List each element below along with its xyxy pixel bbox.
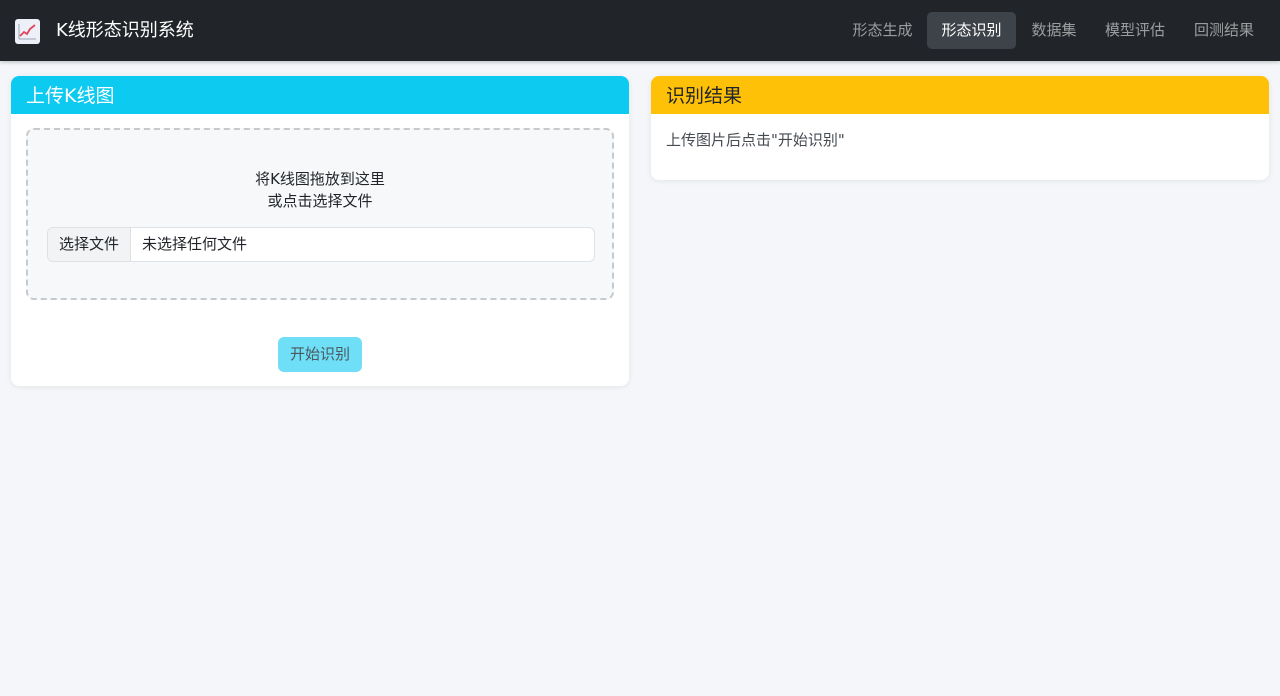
start-recognition-button[interactable]: 开始识别 [278,337,362,372]
file-status-text: 未选择任何文件 [142,235,248,253]
nav-item-recognize[interactable]: 形态识别 [927,12,1016,49]
upload-card: 上传K线图 将K线图拖放到这里 或点击选择文件 选择文件 未选择任何文件 开始识… [11,76,629,386]
nav-item-generate[interactable]: 形态生成 [838,12,927,49]
drop-zone[interactable]: 将K线图拖放到这里 或点击选择文件 选择文件 未选择任何文件 [26,128,614,300]
nav-item-model-eval[interactable]: 模型评估 [1092,12,1178,49]
upload-card-header: 上传K线图 [11,76,629,114]
result-hint-text: 上传图片后点击"开始识别" [666,131,845,149]
drop-hint-line1: 将K线图拖放到这里 [255,170,385,188]
choose-file-button[interactable]: 选择文件 [48,228,131,261]
top-navbar: K线形态识别系统 形态生成 形态识别 数据集 模型评估 回测结果 [0,0,1280,61]
brand-title: K线形态识别系统 [56,20,194,41]
file-input[interactable]: 选择文件 未选择任何文件 [47,227,595,262]
chart-upward-trend-icon [15,18,40,44]
nav-item-backtest[interactable]: 回测结果 [1180,12,1268,49]
brand[interactable]: K线形态识别系统 [15,18,194,44]
result-card-header: 识别结果 [651,76,1269,114]
nav-item-dataset[interactable]: 数据集 [1018,12,1090,49]
drop-hint-line2: 或点击选择文件 [267,192,373,210]
result-card: 识别结果 上传图片后点击"开始识别" [651,76,1269,180]
